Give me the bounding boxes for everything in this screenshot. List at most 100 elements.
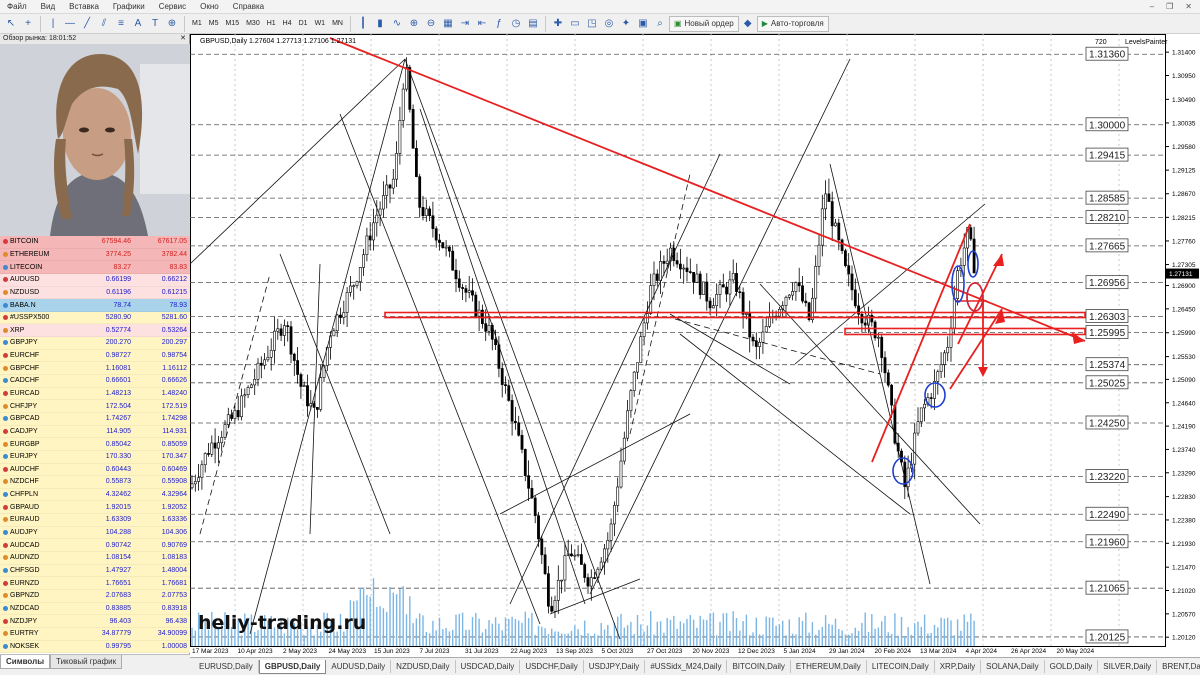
chart-tab[interactable]: BITCOIN,Daily <box>727 660 791 673</box>
market-watch-row[interactable]: CHFJPY 172.504 172.519 <box>0 400 190 413</box>
market-watch-icon[interactable]: ◳ <box>584 16 600 32</box>
timeframe-d1[interactable]: D1 <box>296 16 311 32</box>
chart-tab[interactable]: #USSidx_M24,Daily <box>645 660 728 673</box>
periods-icon[interactable]: ◷ <box>508 16 524 32</box>
market-watch-row[interactable]: EURGBP 0.85042 0.85059 <box>0 438 190 451</box>
crosshair-icon[interactable]: + <box>20 16 36 32</box>
navigator-icon[interactable]: ✦ <box>618 16 634 32</box>
market-watch-row[interactable]: GBPAUD 1.92015 1.92052 <box>0 501 190 515</box>
new-order-button[interactable]: ▣ Новый ордер <box>668 15 739 32</box>
market-watch-row[interactable]: BABA.N 78.74 78.93 <box>0 299 190 312</box>
market-watch-row[interactable]: AUDNZD 1.08154 1.08183 <box>0 552 190 565</box>
autoscroll-icon[interactable]: ⇥ <box>457 16 473 32</box>
chart-shift-icon[interactable]: ⇤ <box>474 16 490 32</box>
market-watch-row[interactable]: CADJPY 114.905 114.931 <box>0 425 190 439</box>
timeframe-m30[interactable]: M30 <box>243 16 263 32</box>
chart-window[interactable]: 1.31360 1.30000 1.29415 1.28585 1.28210 1.276… <box>189 34 1200 657</box>
minimize-icon[interactable]: – <box>1150 2 1154 11</box>
timeframe-m5[interactable]: M5 <box>206 16 222 32</box>
close-icon[interactable]: ✕ <box>180 34 186 44</box>
data-window-icon[interactable]: ◎ <box>601 16 617 32</box>
vertical-line-icon[interactable]: | <box>45 16 61 32</box>
menu-window[interactable]: Окно <box>193 0 226 14</box>
market-watch-row[interactable]: AUDJPY 104.288 104.306 <box>0 526 190 540</box>
market-watch-row[interactable]: #USSPX500 5280.90 5281.60 <box>0 311 190 325</box>
chart-tab[interactable]: GOLD,Daily <box>1045 660 1099 673</box>
candle-chart-icon[interactable]: ▮ <box>372 16 388 32</box>
market-watch-row[interactable]: EURCHF 0.98727 0.98754 <box>0 349 190 363</box>
market-watch-row[interactable]: GBPNZD 2.07683 2.07753 <box>0 589 190 603</box>
profiles-icon[interactable]: ▭ <box>567 16 583 32</box>
market-watch-row[interactable]: NZDJPY 96.403 96.438 <box>0 615 190 628</box>
fibonacci-icon[interactable]: ≡ <box>113 16 129 32</box>
menu-tools[interactable]: Сервис <box>152 0 193 14</box>
horizontal-line-icon[interactable]: — <box>62 16 78 32</box>
market-watch-row[interactable]: NZDUSD 0.61196 0.61215 <box>0 286 190 300</box>
timeframe-m1[interactable]: M1 <box>189 16 205 32</box>
chart-tab[interactable]: NZDUSD,Daily <box>391 660 456 673</box>
terminal-icon[interactable]: ▣ <box>635 16 651 32</box>
line-chart-icon[interactable]: ∿ <box>389 16 405 32</box>
market-watch-row[interactable]: AUDUSD 0.66199 0.66212 <box>0 273 190 287</box>
timeframe-mn[interactable]: MN <box>329 16 346 32</box>
chart-tab[interactable]: GBPUSD,Daily <box>258 659 327 674</box>
price-chart[interactable]: 1.31360 1.30000 1.29415 1.28585 1.28210 1.276… <box>189 34 1200 657</box>
label-icon[interactable]: T <box>147 16 163 32</box>
chart-tab[interactable]: EURUSD,Daily <box>194 660 259 673</box>
chart-tab[interactable]: USDCHF,Daily <box>520 660 584 673</box>
menu-help[interactable]: Справка <box>226 0 271 14</box>
chart-tab[interactable]: SOLANA,Daily <box>981 660 1045 673</box>
indicators-icon[interactable]: ƒ <box>491 16 507 32</box>
strategy-tester-icon[interactable]: ⌕ <box>652 16 668 32</box>
autotrading-button[interactable]: ▶ Авто-торговля <box>756 15 829 32</box>
timeframe-w1[interactable]: W1 <box>312 16 329 32</box>
restore-icon[interactable]: ❐ <box>1166 2 1173 11</box>
chart-tab[interactable]: AUDUSD,Daily <box>326 660 392 673</box>
market-watch-row[interactable]: EURCAD 1.48213 1.48240 <box>0 387 190 401</box>
close-icon[interactable]: ✕ <box>1185 2 1192 11</box>
new-chart-icon[interactable]: ✚ <box>550 16 566 32</box>
chart-tab[interactable]: XRP,Daily <box>935 660 982 673</box>
market-watch-row[interactable]: NZDCHF 0.55873 0.55908 <box>0 476 190 489</box>
templates-icon[interactable]: ▤ <box>525 16 541 32</box>
market-watch-row[interactable]: CADCHF 0.66601 0.66626 <box>0 375 190 388</box>
market-watch-row[interactable]: NZDCAD 0.83885 0.83918 <box>0 602 190 616</box>
trendline-icon[interactable]: ╱ <box>79 16 95 32</box>
timeframe-m15[interactable]: M15 <box>222 16 242 32</box>
market-watch-row[interactable]: GBPJPY 200.270 200.297 <box>0 337 190 350</box>
market-watch-row[interactable]: NOKSEK 0.99795 1.00008 <box>0 640 190 654</box>
market-watch-row[interactable]: BITCOIN 67594.46 67617.05 <box>0 236 190 249</box>
tab-tick-chart[interactable]: Тиковый график <box>50 655 123 669</box>
market-watch-row[interactable]: EURTRY 34.87779 34.90099 <box>0 627 190 641</box>
market-watch-row[interactable]: EURJPY 170.330 170.347 <box>0 450 190 464</box>
text-icon[interactable]: A <box>130 16 146 32</box>
chart-tab[interactable]: ETHEREUM,Daily <box>791 660 867 673</box>
market-watch-row[interactable]: CHFPLN 4.32462 4.32964 <box>0 488 190 502</box>
channel-icon[interactable]: ⫽ <box>96 16 112 32</box>
shapes-icon[interactable]: ⊕ <box>164 16 180 32</box>
chart-tab[interactable]: USDCAD,Daily <box>456 660 521 673</box>
menu-insert[interactable]: Вставка <box>62 0 106 14</box>
menu-charts[interactable]: Графики <box>106 0 152 14</box>
chart-tab[interactable]: BRENT,Daily <box>1157 660 1200 673</box>
tile-windows-icon[interactable]: ▦ <box>440 16 456 32</box>
zoom-out-icon[interactable]: ⊖ <box>423 16 439 32</box>
market-watch-row[interactable]: LITECOIN 83.27 83.83 <box>0 261 190 274</box>
menu-file[interactable]: Файл <box>0 0 34 14</box>
market-watch-row[interactable]: CHFSGD 1.47927 1.48004 <box>0 564 190 578</box>
market-watch-row[interactable]: EURNZD 1.76651 1.76681 <box>0 577 190 590</box>
cursor-icon[interactable]: ↖ <box>3 16 19 32</box>
market-watch-row[interactable]: GBPCHF 1.16081 1.16112 <box>0 362 190 376</box>
chart-tab[interactable]: LITECOIN,Daily <box>867 660 935 673</box>
tab-symbols[interactable]: Символы <box>0 655 51 669</box>
bar-chart-icon[interactable]: ┃ <box>355 16 371 32</box>
market-watch-row[interactable]: EURAUD 1.63309 1.63336 <box>0 514 190 527</box>
metaeditor-icon[interactable]: ◆ <box>740 16 756 32</box>
chart-tab[interactable]: USDJPY,Daily <box>584 660 646 673</box>
market-watch-row[interactable]: XRP 0.52774 0.53264 <box>0 324 190 338</box>
market-watch-row[interactable]: AUDCAD 0.90742 0.90769 <box>0 539 190 553</box>
timeframe-h1[interactable]: H1 <box>264 16 279 32</box>
menu-view[interactable]: Вид <box>34 0 62 14</box>
chart-tab[interactable]: SILVER,Daily <box>1098 660 1158 673</box>
market-watch-row[interactable]: ETHEREUM 3774.25 3782.44 <box>0 248 190 262</box>
